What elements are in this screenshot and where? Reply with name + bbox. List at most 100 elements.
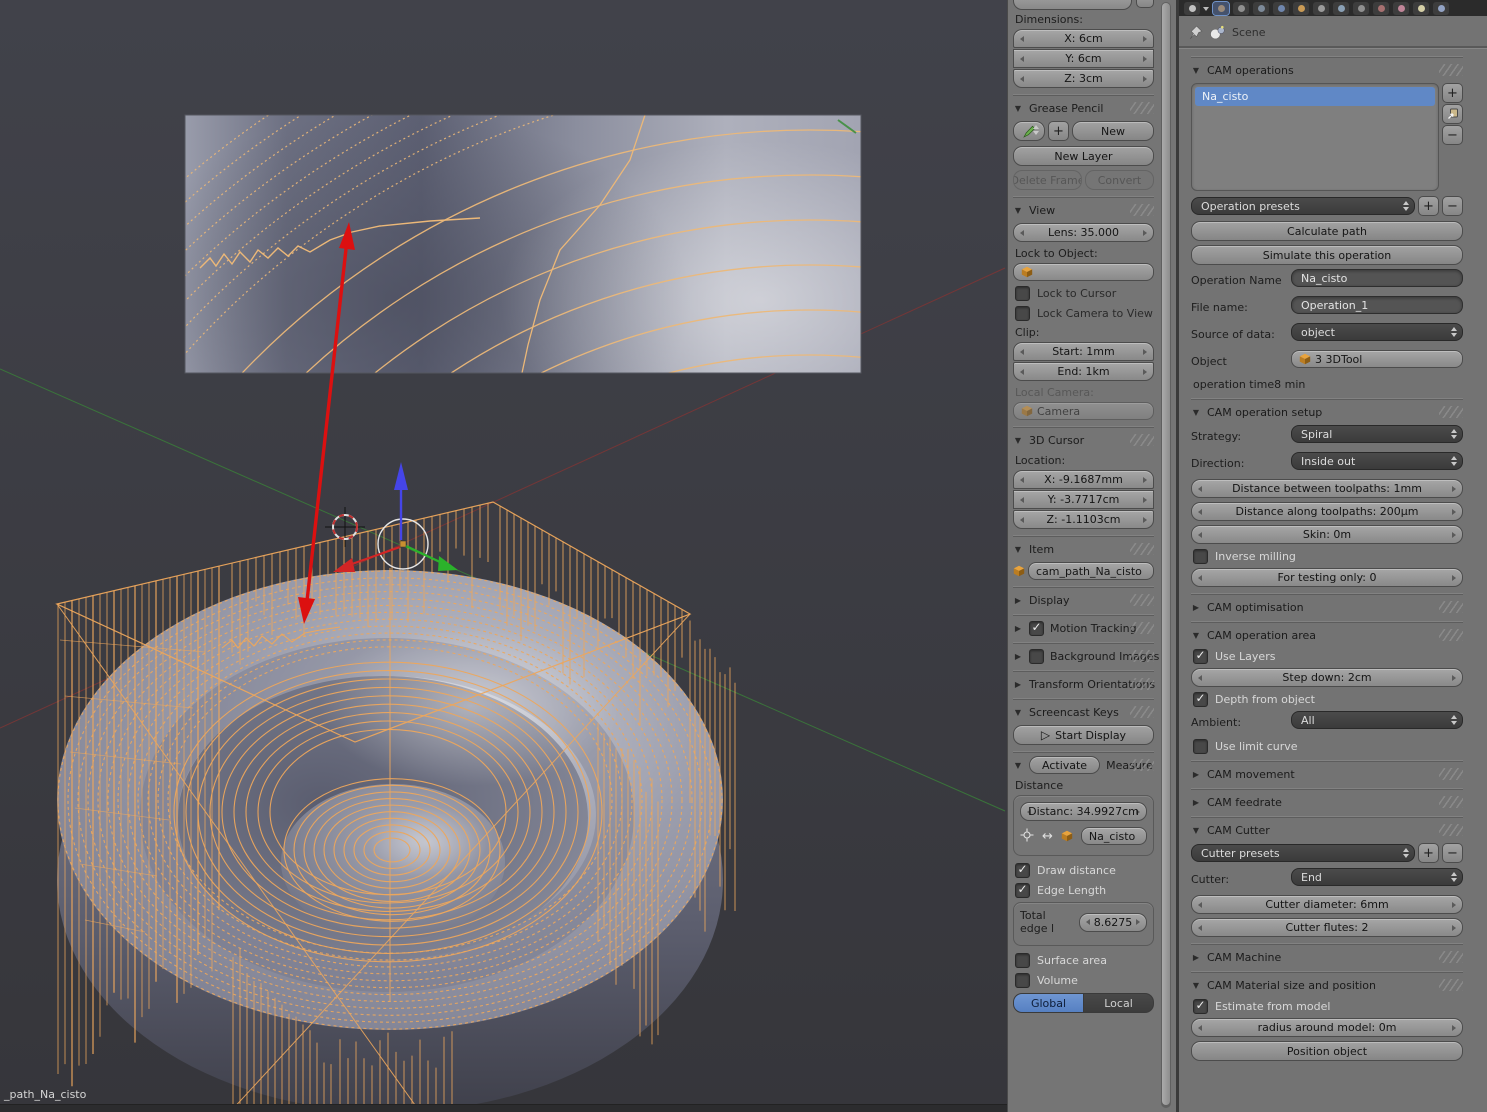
- grease-pencil-add-button[interactable]: +: [1048, 121, 1069, 141]
- value-slider[interactable]: Skin: 0m: [1191, 525, 1463, 544]
- n-panel-scrollbar[interactable]: [1161, 2, 1171, 1108]
- slider-right-arrow-icon[interactable]: [1136, 809, 1140, 815]
- gizmo-center[interactable]: [400, 541, 406, 547]
- slider-left-arrow-icon[interactable]: [1020, 76, 1024, 82]
- breadcrumb-scene[interactable]: Scene: [1232, 26, 1266, 39]
- edge-length-checkbox[interactable]: Edge Length: [1015, 882, 1154, 898]
- slider-right-arrow-icon[interactable]: [1452, 486, 1456, 492]
- value-slider[interactable]: For testing only: 0: [1191, 568, 1463, 587]
- panel-header-cam-material-size-and-position[interactable]: ▼CAM Material size and position: [1191, 972, 1463, 993]
- slider-left-arrow-icon[interactable]: [1020, 230, 1024, 236]
- slider-left-arrow-icon[interactable]: [1198, 532, 1202, 538]
- slider-right-arrow-icon[interactable]: [1452, 675, 1456, 681]
- use-layers-checkbox[interactable]: Use Layers: [1193, 648, 1463, 664]
- slider-left-arrow-icon[interactable]: [1086, 919, 1090, 925]
- object-selector[interactable]: 3 3DTool: [1291, 350, 1463, 368]
- panel-header-cam-machine[interactable]: ▶CAM Machine: [1191, 944, 1463, 965]
- activate-button[interactable]: Activate: [1029, 756, 1100, 774]
- value-slider[interactable]: Distance along toolpaths: 200µm: [1191, 502, 1463, 521]
- add-preset-button[interactable]: +: [1418, 843, 1439, 863]
- panel-header-background-images[interactable]: ▶Background Images: [1013, 643, 1154, 664]
- slider-left-arrow-icon[interactable]: [1020, 497, 1024, 503]
- slider-left-arrow-icon[interactable]: [1020, 56, 1024, 62]
- draw-mode-button[interactable]: [1013, 121, 1045, 141]
- modifiers-tab-icon[interactable]: [1333, 2, 1349, 15]
- remove-preset-button[interactable]: −: [1442, 196, 1463, 216]
- spinner-arrows-icon[interactable]: [1451, 456, 1457, 466]
- text-field[interactable]: Operation_1: [1291, 296, 1463, 314]
- cutter-presets[interactable]: Cutter presets: [1191, 844, 1415, 862]
- calculate-path-button[interactable]: Calculate path: [1191, 221, 1463, 241]
- local-camera[interactable]: Camera: [1013, 402, 1154, 420]
- header-checkbox[interactable]: [1029, 649, 1044, 664]
- slider-right-arrow-icon[interactable]: [1452, 575, 1456, 581]
- use-limit-curve-checkbox[interactable]: Use limit curve: [1193, 738, 1463, 754]
- value-slider[interactable]: Cutter diameter: 6mm: [1191, 895, 1463, 914]
- constraints-tab-icon[interactable]: [1313, 2, 1329, 15]
- slider-right-arrow-icon[interactable]: [1143, 349, 1147, 355]
- value-slider[interactable]: radius around model: 0m: [1191, 1018, 1463, 1037]
- slider-left-arrow-icon[interactable]: [1020, 349, 1024, 355]
- checkbox-box[interactable]: [1015, 883, 1030, 898]
- panel-header-display[interactable]: ▶Display: [1013, 587, 1154, 608]
- position-object-button[interactable]: Position object: [1191, 1041, 1463, 1061]
- 3d-cursor[interactable]: [325, 507, 365, 547]
- slider-right-arrow-icon[interactable]: [1143, 497, 1147, 503]
- dropdown[interactable]: End: [1291, 868, 1463, 886]
- spinner-arrows-icon[interactable]: [1451, 429, 1457, 439]
- slider-right-arrow-icon[interactable]: [1452, 902, 1456, 908]
- slider-left-arrow-icon[interactable]: [1198, 902, 1202, 908]
- dropdown[interactable]: All: [1291, 711, 1463, 729]
- partial-lock-button[interactable]: [1136, 0, 1154, 8]
- dimensions-0[interactable]: X: 6cm: [1013, 29, 1154, 48]
- slider-left-arrow-icon[interactable]: [1198, 675, 1202, 681]
- slider-left-arrow-icon[interactable]: [1020, 36, 1024, 42]
- depth-from-object-checkbox[interactable]: Depth from object: [1193, 691, 1463, 707]
- text-field[interactable]: Na_cisto: [1291, 269, 1463, 287]
- snap-cursor-icon[interactable]: [1020, 828, 1034, 845]
- 3d-viewport[interactable]: _path_Na_cisto: [0, 0, 1007, 1112]
- total-edge-value[interactable]: 8.6275: [1079, 913, 1147, 932]
- slider-left-arrow-icon[interactable]: [1020, 517, 1024, 523]
- slider-right-arrow-icon[interactable]: [1143, 36, 1147, 42]
- particles-tab-icon[interactable]: [1413, 2, 1429, 15]
- slider-left-arrow-icon[interactable]: [1198, 509, 1202, 515]
- checkbox-box[interactable]: [1193, 739, 1208, 754]
- slider-right-arrow-icon[interactable]: [1452, 532, 1456, 538]
- checkbox-box[interactable]: [1015, 286, 1030, 301]
- operation-presets[interactable]: Operation presets: [1191, 197, 1415, 215]
- slider-left-arrow-icon[interactable]: [1027, 809, 1031, 815]
- editor-type-icon[interactable]: [1184, 2, 1200, 15]
- checkbox-box[interactable]: [1193, 649, 1208, 664]
- scene-tab-icon[interactable]: [1253, 2, 1269, 15]
- slider-right-arrow-icon[interactable]: [1143, 369, 1147, 375]
- viewport-3d-scene[interactable]: [0, 0, 1007, 1112]
- slider-right-arrow-icon[interactable]: [1136, 919, 1140, 925]
- physics-tab-icon[interactable]: [1433, 2, 1449, 15]
- render-layers-tab-icon[interactable]: [1233, 2, 1249, 15]
- panel-header-grease-pencil[interactable]: ▼Grease Pencil: [1013, 95, 1154, 116]
- cursor-location-2[interactable]: Z: -1.1103cm: [1013, 510, 1154, 529]
- local-button[interactable]: Local: [1084, 993, 1154, 1013]
- panel-header-cam-optimisation[interactable]: ▶CAM optimisation: [1191, 594, 1463, 615]
- object-tab-icon[interactable]: [1293, 2, 1309, 15]
- copy-operation-button[interactable]: [1442, 104, 1463, 124]
- remove-operation-button[interactable]: −: [1442, 125, 1463, 145]
- scrollbar-thumb[interactable]: [1162, 3, 1170, 1105]
- panel-header-cam-feedrate[interactable]: ▶CAM feedrate: [1191, 789, 1463, 810]
- checkbox-box[interactable]: [1193, 692, 1208, 707]
- spinner-arrows-icon[interactable]: [1403, 201, 1409, 211]
- list-item[interactable]: Na_cisto: [1195, 87, 1435, 106]
- checkbox-box[interactable]: [1193, 549, 1208, 564]
- add-operation-button[interactable]: +: [1442, 83, 1463, 103]
- simulate-this-operation-button[interactable]: Simulate this operation: [1191, 245, 1463, 265]
- inverse-milling-checkbox[interactable]: Inverse milling: [1193, 548, 1463, 564]
- gizmo-z-arrow[interactable]: [394, 462, 408, 490]
- spinner-arrows-icon[interactable]: [1451, 327, 1457, 337]
- item-name-field[interactable]: cam_path_Na_cisto: [1028, 562, 1154, 580]
- slider-right-arrow-icon[interactable]: [1143, 230, 1147, 236]
- panel-header-cam-operation-setup[interactable]: ▼CAM operation setup: [1191, 399, 1463, 420]
- partial-slider[interactable]: [1013, 0, 1132, 10]
- cube-icon[interactable]: [1061, 830, 1073, 842]
- operations-list[interactable]: Na_cisto: [1191, 83, 1439, 191]
